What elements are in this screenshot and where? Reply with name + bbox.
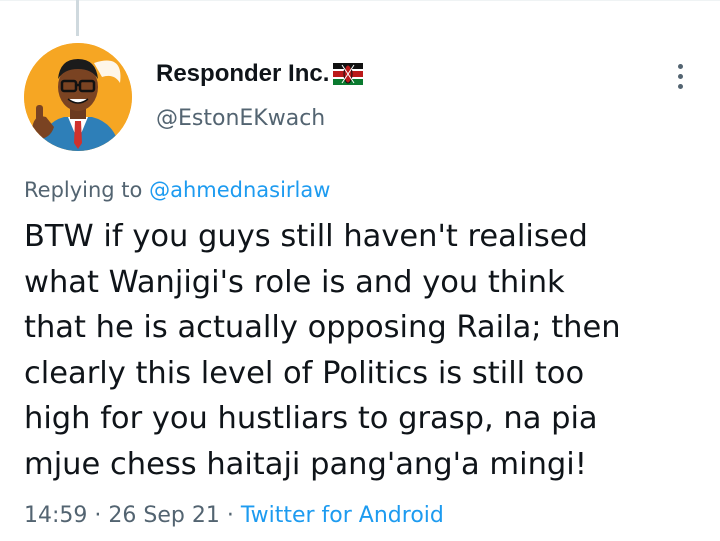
tweet-meta: 14:59 · 26 Sep 21 · Twitter for Android (24, 503, 444, 528)
avatar[interactable] (24, 43, 132, 151)
tweet-text: BTW if you guys still haven't realised w… (24, 214, 704, 487)
tweet-line: clearly this level of Politics is still … (24, 355, 585, 391)
tweet-line: high for you hustliars to grasp, na pia (24, 401, 598, 436)
meta-separator: · (87, 503, 109, 528)
author-handle[interactable]: @EstonEKwach (156, 106, 325, 131)
author-name-row[interactable]: Responder Inc. (156, 60, 364, 88)
replying-to: Replying to @ahmednasirlaw (24, 178, 330, 202)
thread-connector-line (76, 0, 79, 36)
kenya-flag-icon (333, 63, 364, 85)
tweet-time[interactable]: 14:59 (24, 503, 87, 528)
tweet-source-link[interactable]: Twitter for Android (241, 503, 444, 528)
tweet-date[interactable]: 26 Sep 21 (108, 503, 219, 528)
avatar-illustration (24, 43, 132, 151)
author-display-name[interactable]: Responder Inc. (156, 60, 329, 88)
more-options-icon[interactable] (668, 60, 692, 92)
tweet-line: BTW if you guys still haven't realised (24, 219, 588, 254)
top-divider (0, 0, 720, 1)
tweet-line: what Wanjigi's role is and you think (24, 264, 565, 300)
reply-to-handle-link[interactable]: @ahmednasirlaw (149, 178, 330, 202)
tweet-line: that he is actually opposing Raila; then (24, 310, 621, 345)
replying-to-label: Replying to (24, 178, 150, 202)
meta-separator: · (219, 503, 241, 528)
tweet-line: mjue chess haitaji pang'ang'a mingi! (24, 446, 587, 482)
